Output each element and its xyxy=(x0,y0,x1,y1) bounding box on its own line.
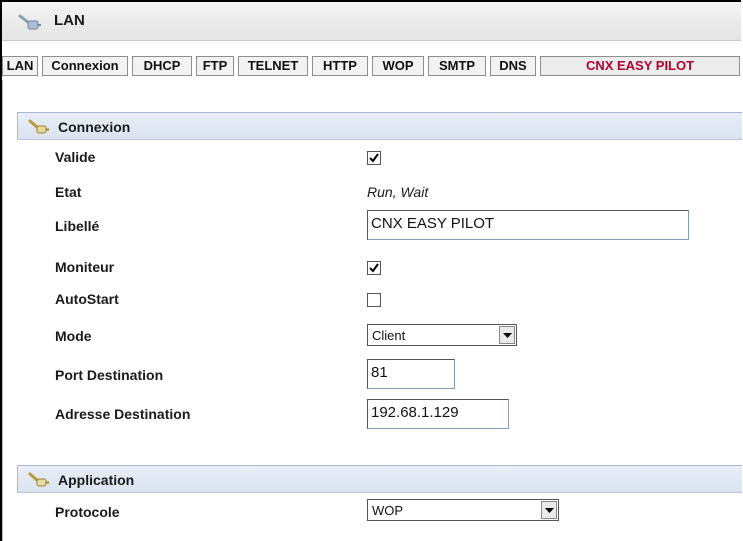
label-moniteur: Moniteur xyxy=(55,259,115,275)
chevron-down-icon xyxy=(545,508,554,513)
checkbox-moniteur[interactable] xyxy=(367,261,381,275)
adresse-destination-input[interactable]: 192.68.1.129 xyxy=(367,399,509,429)
window-title: LAN xyxy=(54,12,85,29)
mode-select[interactable]: Client xyxy=(367,324,517,346)
mode-dropdown-button[interactable] xyxy=(499,326,515,344)
network-cable-icon xyxy=(28,118,50,136)
section-header-connexion: Connexion xyxy=(17,112,742,140)
network-cable-icon xyxy=(28,471,50,489)
protocole-dropdown-button[interactable] xyxy=(541,501,557,519)
tab-dns[interactable]: DNS xyxy=(490,56,536,76)
label-protocole: Protocole xyxy=(55,504,120,520)
content-panel: Connexion Valide Etat Run, Wait Libellé … xyxy=(2,80,742,541)
label-port-destination: Port Destination xyxy=(55,367,164,383)
mode-select-value: Client xyxy=(372,328,406,343)
tab-lan[interactable]: LAN xyxy=(2,56,38,76)
tab-wop[interactable]: WOP xyxy=(372,56,424,76)
libelle-input[interactable]: CNX EASY PILOT xyxy=(367,210,689,240)
section-header-application: Application xyxy=(17,465,742,493)
title-bar: LAN xyxy=(2,2,741,41)
checkbox-autostart[interactable] xyxy=(367,293,381,307)
label-etat: Etat xyxy=(55,184,82,200)
label-mode: Mode xyxy=(55,328,92,344)
network-cable-icon xyxy=(18,12,42,32)
etat-value: Run, Wait xyxy=(367,184,429,200)
tab-telnet[interactable]: TELNET xyxy=(238,56,308,76)
section-title-application: Application xyxy=(58,472,135,488)
protocole-select[interactable]: WOP xyxy=(367,499,559,521)
tab-smtp[interactable]: SMTP xyxy=(428,56,486,76)
label-autostart: AutoStart xyxy=(55,291,119,307)
section-title-connexion: Connexion xyxy=(58,119,131,135)
tab-ftp[interactable]: FTP xyxy=(196,56,234,76)
tab-connexion[interactable]: Connexion xyxy=(42,56,128,76)
label-libelle: Libellé xyxy=(55,218,100,234)
tab-dhcp[interactable]: DHCP xyxy=(132,56,192,76)
checkmark-icon xyxy=(369,263,379,273)
label-valide: Valide xyxy=(55,149,96,165)
checkbox-valide[interactable] xyxy=(367,151,381,165)
port-destination-input[interactable]: 81 xyxy=(367,359,455,389)
tab-cnx-easy-pilot[interactable]: CNX EASY PILOT xyxy=(540,56,740,76)
chevron-down-icon xyxy=(503,333,512,338)
tab-http[interactable]: HTTP xyxy=(312,56,368,76)
label-adresse-destination: Adresse Destination xyxy=(55,406,191,422)
checkmark-icon xyxy=(369,153,379,163)
tab-bar: LAN Connexion DHCP FTP TELNET HTTP WOP S… xyxy=(2,52,741,81)
protocole-select-value: WOP xyxy=(372,503,404,518)
